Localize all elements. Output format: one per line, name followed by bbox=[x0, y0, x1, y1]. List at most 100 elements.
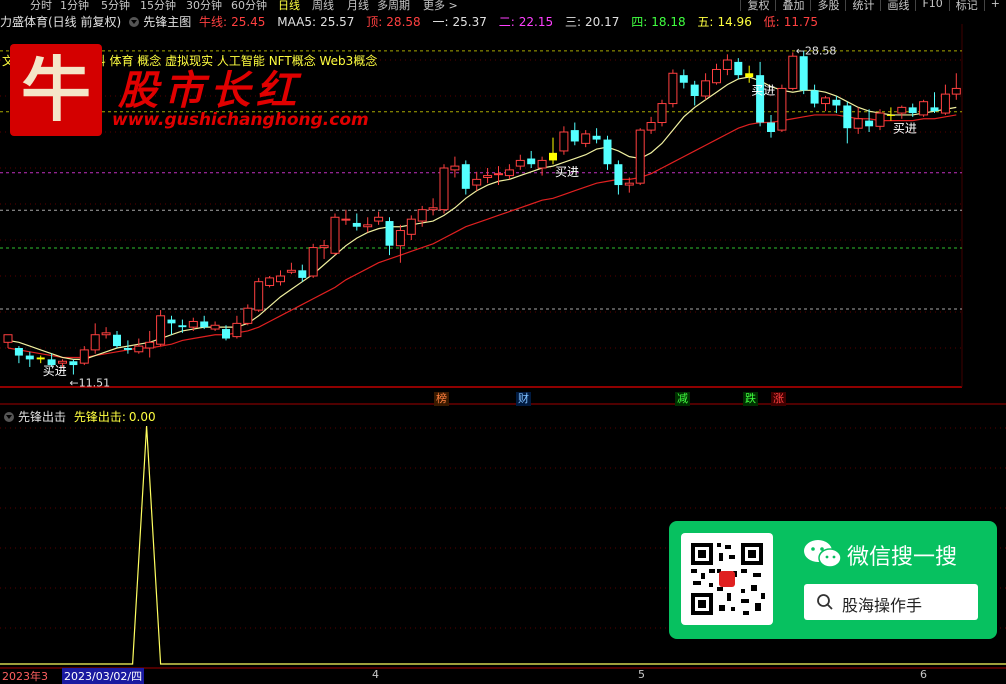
candle-body-85 bbox=[930, 107, 939, 112]
candle-body-39 bbox=[428, 207, 438, 211]
candle-body-38 bbox=[417, 209, 427, 222]
high-price-marker: ←28.58 bbox=[796, 45, 837, 58]
candle-body-21 bbox=[232, 322, 242, 338]
candle-body-80 bbox=[875, 112, 885, 127]
candle-body-15 bbox=[167, 319, 176, 324]
candle-body-5 bbox=[58, 360, 67, 364]
candle-body-32 bbox=[352, 222, 361, 227]
candle-body-17 bbox=[188, 320, 198, 328]
candle-body-50 bbox=[549, 152, 557, 161]
candle-body-35 bbox=[385, 221, 394, 246]
candle-body-45 bbox=[494, 173, 503, 176]
candle-body-11 bbox=[123, 348, 132, 350]
wechat-search-text: 股海操作手 bbox=[842, 596, 923, 615]
date-month-4: 4 bbox=[372, 668, 379, 681]
candle-body-43 bbox=[472, 178, 482, 186]
candle-body-47 bbox=[515, 159, 525, 167]
event-badge-0[interactable]: 榜 bbox=[434, 392, 449, 406]
candle-body-68 bbox=[745, 73, 754, 78]
sub-panel-header: 先锋出击 先锋出击: 0.00 bbox=[0, 408, 156, 425]
candle-body-6 bbox=[69, 361, 78, 366]
sub-indicator-name[interactable]: 先锋出击 bbox=[18, 410, 66, 424]
candle-body-8 bbox=[90, 334, 100, 351]
watermark-url: www.gushichanghong.com bbox=[112, 110, 369, 130]
candle-body-59 bbox=[646, 122, 656, 131]
date-axis: 2023年3 2023/03/02/四 4 5 6 bbox=[0, 668, 1006, 684]
buy-signal-label-3: 买进 bbox=[893, 122, 917, 136]
candle-body-3 bbox=[36, 357, 45, 360]
sub-indicator-value: 0.00 bbox=[128, 410, 156, 424]
candle-body-55 bbox=[603, 139, 612, 165]
candle-body-51 bbox=[559, 131, 569, 152]
candle-body-73 bbox=[799, 56, 808, 91]
date-month-5: 5 bbox=[638, 668, 645, 681]
candle-body-75 bbox=[821, 97, 830, 105]
candle-body-53 bbox=[581, 133, 591, 144]
candle-body-72 bbox=[788, 55, 798, 89]
candle-body-79 bbox=[865, 120, 874, 127]
event-badge-3[interactable]: 跌 bbox=[743, 392, 758, 406]
candle-body-40 bbox=[439, 167, 449, 211]
candle-body-52 bbox=[570, 130, 579, 142]
event-badge-4[interactable]: 涨 bbox=[771, 392, 786, 406]
candle-body-78 bbox=[853, 118, 863, 129]
candle-body-0 bbox=[3, 334, 13, 343]
candle-body-56 bbox=[614, 164, 623, 186]
candle-body-41 bbox=[450, 165, 460, 171]
candle-body-64 bbox=[701, 80, 711, 97]
candle-body-27 bbox=[298, 270, 307, 278]
candle-body-69 bbox=[756, 75, 765, 123]
candle-body-10 bbox=[113, 334, 121, 347]
candle-body-31 bbox=[341, 218, 351, 221]
candle-body-33 bbox=[363, 224, 373, 228]
candle-body-81 bbox=[886, 114, 895, 116]
date-month-6: 6 bbox=[920, 668, 927, 681]
candle-body-25 bbox=[276, 275, 285, 283]
candle-body-23 bbox=[254, 281, 264, 311]
candle-body-13 bbox=[145, 341, 155, 349]
event-badge-2[interactable]: 减 bbox=[675, 392, 690, 406]
candle-body-82 bbox=[897, 106, 907, 114]
candle-body-63 bbox=[690, 84, 699, 96]
candle-body-44 bbox=[483, 175, 493, 178]
wechat-search-box[interactable]: 股海操作手 bbox=[804, 584, 978, 620]
candle-body-36 bbox=[395, 230, 405, 247]
candle-body-28 bbox=[308, 247, 318, 277]
candle-body-54 bbox=[592, 135, 601, 140]
watermark-logo: 牛 bbox=[10, 44, 102, 136]
sub-indicator-dropdown-icon[interactable] bbox=[4, 412, 14, 422]
candle-body-77 bbox=[843, 105, 852, 129]
buy-signal-label-0: 买进 bbox=[43, 364, 67, 378]
candle-body-26 bbox=[286, 269, 296, 273]
candle-body-12 bbox=[134, 345, 144, 353]
candle-body-7 bbox=[79, 349, 89, 364]
candle-body-1 bbox=[14, 348, 23, 356]
candle-body-76 bbox=[832, 99, 841, 106]
candle-body-48 bbox=[527, 158, 536, 165]
candle-body-19 bbox=[210, 324, 220, 330]
candle-body-65 bbox=[712, 68, 721, 84]
candle-body-67 bbox=[734, 61, 743, 76]
watermark-title: 股市长红 bbox=[118, 67, 302, 114]
candle-body-24 bbox=[265, 277, 275, 286]
candle-body-22 bbox=[243, 307, 253, 324]
candle-body-83 bbox=[908, 107, 917, 114]
candle-body-29 bbox=[319, 245, 329, 249]
candle-body-87 bbox=[951, 87, 961, 95]
low-price-marker: ←11.51 bbox=[69, 377, 110, 390]
wechat-logo-icon bbox=[804, 540, 842, 568]
event-badge-1[interactable]: 财 bbox=[516, 392, 531, 406]
candle-body-62 bbox=[679, 75, 688, 83]
qr-code-icon bbox=[681, 533, 773, 625]
wechat-search-card[interactable]: 微信搜一搜 股海操作手 bbox=[669, 521, 997, 639]
candle-body-42 bbox=[461, 164, 470, 189]
candle-body-16 bbox=[178, 325, 187, 328]
candle-body-9 bbox=[101, 332, 111, 336]
candle-body-30 bbox=[330, 216, 340, 254]
candle-body-58 bbox=[635, 129, 645, 184]
candle-body-18 bbox=[200, 321, 209, 328]
candle-body-61 bbox=[668, 72, 678, 105]
candle-body-2 bbox=[25, 355, 34, 360]
buy-signal-label-2: 买进 bbox=[751, 84, 775, 98]
candle-body-71 bbox=[777, 87, 787, 131]
